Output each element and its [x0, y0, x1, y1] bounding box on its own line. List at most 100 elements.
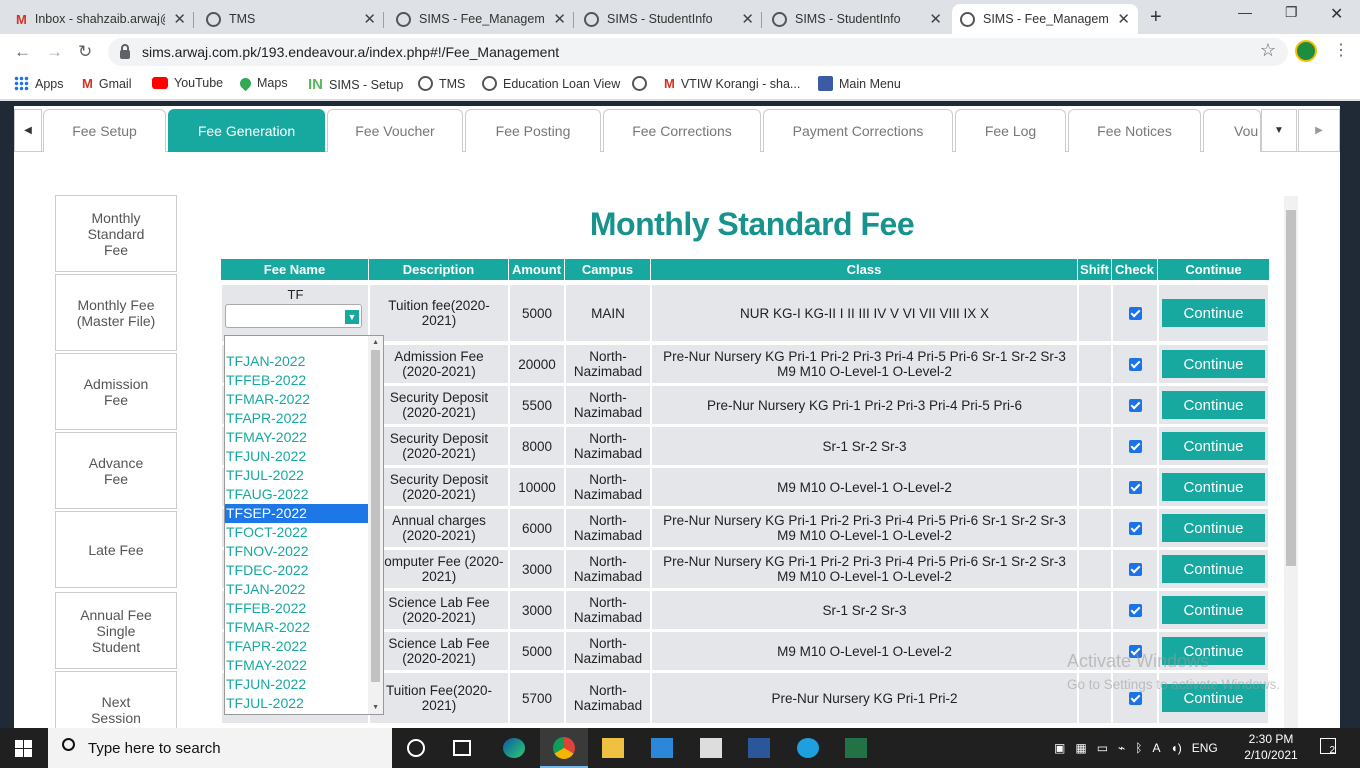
- browser-tab-sims-studentinfo-2[interactable]: SIMS - StudentInfo ✕: [764, 4, 950, 34]
- browser-menu-icon[interactable]: ⋮: [1333, 40, 1349, 60]
- row-checkbox[interactable]: [1128, 521, 1142, 535]
- continue-button[interactable]: Continue: [1162, 299, 1265, 327]
- bluetooth-icon[interactable]: ᛒ: [1135, 741, 1142, 755]
- side-annual-fee-single-student[interactable]: Annual Fee Single Student: [55, 592, 177, 669]
- tabs-scroll-right-button[interactable]: ▶: [1298, 109, 1340, 152]
- chrome-taskbar-button[interactable]: [540, 728, 588, 768]
- dropdown-option[interactable]: TFSEP-2022: [225, 504, 369, 523]
- network-icon[interactable]: ⌁: [1118, 741, 1125, 755]
- dropdown-option[interactable]: TFFEB-2022: [225, 599, 369, 618]
- tab-fee-voucher[interactable]: Fee Voucher: [327, 109, 463, 152]
- row-checkbox[interactable]: [1128, 439, 1142, 453]
- tab-fee-setup[interactable]: Fee Setup: [43, 109, 166, 152]
- forward-icon[interactable]: →: [46, 42, 63, 62]
- reload-icon[interactable]: ↻: [78, 42, 92, 62]
- internet-explorer-icon[interactable]: [797, 738, 819, 758]
- dropdown-option[interactable]: TFMAY-2022: [225, 428, 369, 447]
- bookmark-sims-setup[interactable]: IN SIMS - Setup: [308, 76, 403, 93]
- dropdown-option[interactable]: TFMAR-2022: [225, 390, 369, 409]
- new-tab-button[interactable]: +: [1150, 6, 1162, 29]
- browser-tab-tms[interactable]: TMS ✕: [198, 4, 384, 34]
- continue-button[interactable]: Continue: [1162, 391, 1265, 419]
- back-icon[interactable]: ←: [14, 42, 31, 62]
- windows-start-icon[interactable]: [15, 740, 32, 757]
- dropdown-option[interactable]: TFMAR-2022: [225, 618, 369, 637]
- close-tab-icon[interactable]: ✕: [553, 10, 566, 28]
- cortana-icon[interactable]: [407, 739, 425, 757]
- side-admission-fee[interactable]: Admission Fee: [55, 353, 177, 430]
- dropdown-option[interactable]: TFFEB-2022: [225, 371, 369, 390]
- bookmark-maps[interactable]: Maps: [237, 75, 288, 91]
- browser-tab-sims-fee-active[interactable]: SIMS - Fee_Manageme ✕: [952, 4, 1138, 34]
- notification-center-icon[interactable]: 2: [1320, 738, 1336, 756]
- bookmark-education-loan[interactable]: Education Loan View: [482, 76, 620, 91]
- bookmark-main-menu[interactable]: Main Menu: [818, 76, 901, 91]
- profile-avatar[interactable]: [1295, 40, 1317, 62]
- tab-fee-corrections[interactable]: Fee Corrections: [603, 109, 761, 152]
- side-advance-fee[interactable]: Advance Fee: [55, 432, 177, 509]
- bookmark-untitled[interactable]: [632, 76, 653, 91]
- mail-icon[interactable]: [651, 738, 673, 758]
- close-tab-icon[interactable]: ✕: [1117, 10, 1130, 28]
- url-bar[interactable]: sims.arwaj.com.pk/193.endeavour.a/index.…: [108, 38, 1288, 66]
- row-checkbox[interactable]: [1128, 562, 1142, 576]
- bookmark-gmail[interactable]: M Gmail: [82, 76, 132, 91]
- continue-button[interactable]: Continue: [1162, 514, 1265, 542]
- side-monthly-fee-master[interactable]: Monthly Fee (Master File): [55, 274, 177, 351]
- dropdown-option[interactable]: TFAPR-2022: [225, 637, 369, 656]
- scroll-up-icon[interactable]: ▲: [372, 339, 379, 346]
- close-tab-icon[interactable]: ✕: [929, 10, 942, 28]
- continue-button[interactable]: Continue: [1162, 432, 1265, 460]
- bookmark-youtube[interactable]: YouTube: [152, 76, 223, 90]
- edge-icon[interactable]: [503, 738, 525, 758]
- tab-fee-posting[interactable]: Fee Posting: [465, 109, 601, 152]
- tab-payment-corrections[interactable]: Payment Corrections: [763, 109, 953, 152]
- dropdown-option[interactable]: TFNOV-2022: [225, 542, 369, 561]
- continue-button[interactable]: Continue: [1162, 596, 1265, 624]
- dropdown-option[interactable]: TFAPR-2022: [225, 409, 369, 428]
- close-tab-icon[interactable]: ✕: [741, 10, 754, 28]
- dropdown-scroll-thumb[interactable]: [371, 350, 380, 682]
- excel-icon[interactable]: [845, 738, 867, 758]
- bookmark-tms[interactable]: TMS: [418, 76, 465, 91]
- word-icon[interactable]: [748, 738, 770, 758]
- row-checkbox[interactable]: [1128, 480, 1142, 494]
- monitor-icon[interactable]: ▭: [1097, 741, 1108, 755]
- tray-app-icon[interactable]: ▦: [1075, 741, 1086, 755]
- continue-button[interactable]: Continue: [1162, 555, 1265, 583]
- dropdown-option[interactable]: TFJAN-2022: [225, 580, 369, 599]
- row-checkbox[interactable]: [1128, 306, 1142, 320]
- dropdown-option[interactable]: TFDEC-2022: [225, 561, 369, 580]
- close-window-icon[interactable]: ✕: [1330, 4, 1343, 24]
- dropdown-option[interactable]: TFJAN-2022: [225, 352, 369, 371]
- scroll-down-icon[interactable]: ▼: [372, 704, 379, 711]
- fee-name-select[interactable]: ▼: [225, 304, 362, 328]
- minimize-icon[interactable]: —: [1238, 4, 1252, 20]
- taskbar-search-box[interactable]: Type here to search: [48, 728, 392, 768]
- language-icon[interactable]: ENG: [1192, 741, 1218, 755]
- dropdown-option[interactable]: TFMAY-2022: [225, 656, 369, 675]
- continue-button[interactable]: Continue: [1162, 473, 1265, 501]
- tray-app-icon[interactable]: ▣: [1054, 741, 1065, 755]
- task-view-icon[interactable]: [453, 740, 471, 756]
- close-tab-icon[interactable]: ✕: [173, 10, 186, 28]
- side-monthly-standard-fee[interactable]: Monthly Standard Fee: [55, 195, 177, 272]
- file-explorer-icon[interactable]: [602, 738, 624, 758]
- side-late-fee[interactable]: Late Fee: [55, 511, 177, 588]
- browser-tab-sims-studentinfo[interactable]: SIMS - StudentInfo ✕: [576, 4, 762, 34]
- dropdown-option[interactable]: TFJUN-2022: [225, 675, 369, 694]
- tab-fee-notices[interactable]: Fee Notices: [1068, 109, 1201, 152]
- side-next-session[interactable]: Next Session: [55, 671, 177, 728]
- bookmark-star-icon[interactable]: ☆: [1260, 40, 1276, 61]
- ime-icon[interactable]: A: [1152, 741, 1160, 755]
- row-checkbox[interactable]: [1128, 603, 1142, 617]
- dropdown-scrollbar[interactable]: ▲ ▼: [368, 336, 383, 714]
- dropdown-option[interactable]: TFJUN-2022: [225, 447, 369, 466]
- page-scrollbar[interactable]: [1284, 196, 1298, 728]
- close-tab-icon[interactable]: ✕: [363, 10, 376, 28]
- continue-button[interactable]: Continue: [1162, 350, 1265, 378]
- bookmark-vtiw[interactable]: M VTIW Korangi - sha...: [664, 76, 800, 91]
- tab-voucher-truncated[interactable]: Vou: [1203, 109, 1261, 152]
- store-icon[interactable]: [700, 738, 722, 758]
- dropdown-option[interactable]: TFJUL-2022: [225, 466, 369, 485]
